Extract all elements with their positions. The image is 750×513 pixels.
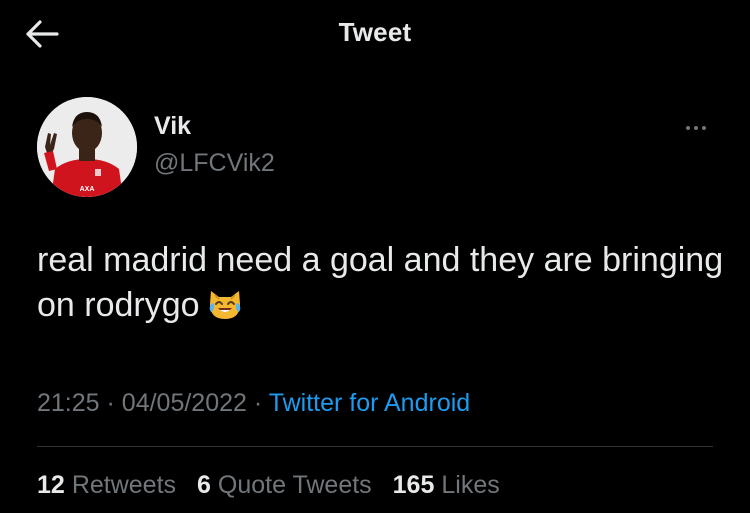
author-name[interactable]: Vik	[154, 112, 191, 141]
top-bar: Tweet	[0, 0, 750, 66]
tweet-text: real madrid need a goal and they are bri…	[37, 238, 727, 334]
quote-tweets-label: Quote Tweets	[217, 471, 372, 499]
quote-tweets-stat[interactable]: 6 Quote Tweets	[197, 471, 372, 499]
likes-stat[interactable]: 165 Likes	[393, 471, 500, 499]
tweet-meta: 21:25 · 04/05/2022 · Twitter for Android	[37, 389, 470, 418]
dot-icon	[702, 126, 706, 130]
dot-icon	[694, 126, 698, 130]
tweet-stats: 12 Retweets 6 Quote Tweets 165 Likes	[37, 471, 514, 500]
separator: ·	[253, 389, 263, 417]
profile-photo: AXA	[37, 97, 137, 197]
divider	[37, 446, 713, 447]
likes-count: 165	[392, 471, 435, 499]
quote-tweets-count: 6	[196, 471, 211, 499]
tweet-time: 21:25	[37, 389, 100, 417]
tweet-source-link[interactable]: Twitter for Android	[269, 389, 470, 417]
crying-laughing-cat-emoji-icon	[206, 286, 244, 334]
svg-text:AXA: AXA	[80, 186, 95, 193]
retweets-count: 12	[37, 471, 65, 499]
avatar[interactable]: AXA	[37, 97, 137, 197]
author-handle[interactable]: @LFCVik2	[154, 149, 275, 178]
dot-icon	[686, 126, 690, 130]
retweets-label: Retweets	[71, 471, 177, 499]
tweet-body: real madrid need a goal and they are bri…	[37, 241, 724, 324]
more-options-button[interactable]	[676, 118, 716, 138]
likes-label: Likes	[441, 471, 500, 499]
separator: ·	[106, 389, 115, 417]
page-title: Tweet	[338, 17, 412, 47]
retweets-stat[interactable]: 12 Retweets	[37, 471, 176, 499]
tweet-date: 04/05/2022	[121, 389, 247, 417]
